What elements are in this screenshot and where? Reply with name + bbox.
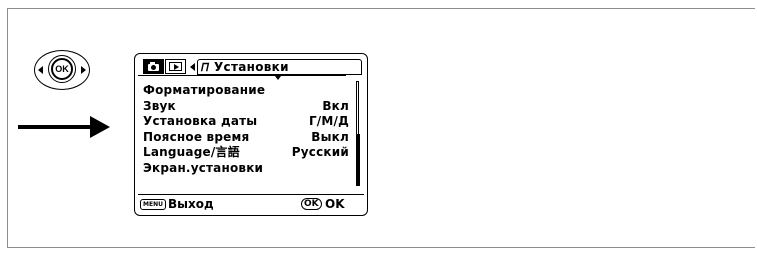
scrollbar-thumb[interactable] xyxy=(356,134,360,186)
tab-setup-label: Установки xyxy=(214,60,289,74)
list-item-label: Установка даты xyxy=(143,114,258,128)
pointer-arrow-icon xyxy=(18,116,110,138)
tab-marker-icon xyxy=(275,76,281,80)
left-arrow-icon[interactable] xyxy=(38,66,43,74)
list-item[interactable]: Language/言語 Русский xyxy=(143,145,349,161)
four-way-controller[interactable]: OK xyxy=(34,50,90,90)
ok-button[interactable]: OK xyxy=(51,58,73,80)
menu-button-icon: MENU xyxy=(140,199,166,210)
right-arrow-icon[interactable] xyxy=(81,66,86,74)
arrow-shaft xyxy=(18,125,92,129)
list-item-label: Звук xyxy=(143,98,176,113)
list-item-value: Русский xyxy=(291,145,349,159)
list-item-value: Г/М/Д xyxy=(308,114,349,128)
list-item-label: Форматирование xyxy=(143,83,266,97)
camera-lcd-screen: 𝛱 Установки Форматирование Звук Вкл Уста… xyxy=(134,53,368,216)
tab-setup[interactable]: 𝛱 Установки xyxy=(197,59,362,75)
settings-list: Форматирование Звук Вкл Установка даты Г… xyxy=(143,83,349,176)
footer-divider xyxy=(138,194,364,195)
list-item-value: Вкл xyxy=(322,98,349,113)
ok-button-icon: OK xyxy=(301,198,322,210)
tab-left-arrow-icon xyxy=(190,63,195,71)
list-item[interactable]: Установка даты Г/М/Д xyxy=(143,114,349,130)
exit-label: Выход xyxy=(168,197,214,211)
list-item-label: Language/言語 xyxy=(143,145,240,159)
list-item[interactable]: Звук Вкл xyxy=(143,99,349,115)
list-item-label: Экран.установки xyxy=(143,160,264,175)
ok-label: OK xyxy=(325,197,345,211)
tab-divider xyxy=(138,75,346,76)
frame xyxy=(7,8,755,248)
arrow-head xyxy=(90,116,110,138)
list-item-value: Выкл xyxy=(311,129,349,144)
list-item[interactable]: Экран.установки xyxy=(143,161,349,177)
tab-recording[interactable] xyxy=(143,59,164,74)
list-item[interactable]: Поясное время Выкл xyxy=(143,130,349,146)
menu-tab-bar: 𝛱 Установки xyxy=(143,59,363,76)
list-item-label: Поясное время xyxy=(143,129,250,144)
list-item[interactable]: Форматирование xyxy=(143,83,349,99)
wrench-icon: 𝛱 xyxy=(201,61,209,74)
footer-guide: MENU Выход OK OK xyxy=(140,197,362,212)
tab-playback[interactable] xyxy=(165,59,186,74)
